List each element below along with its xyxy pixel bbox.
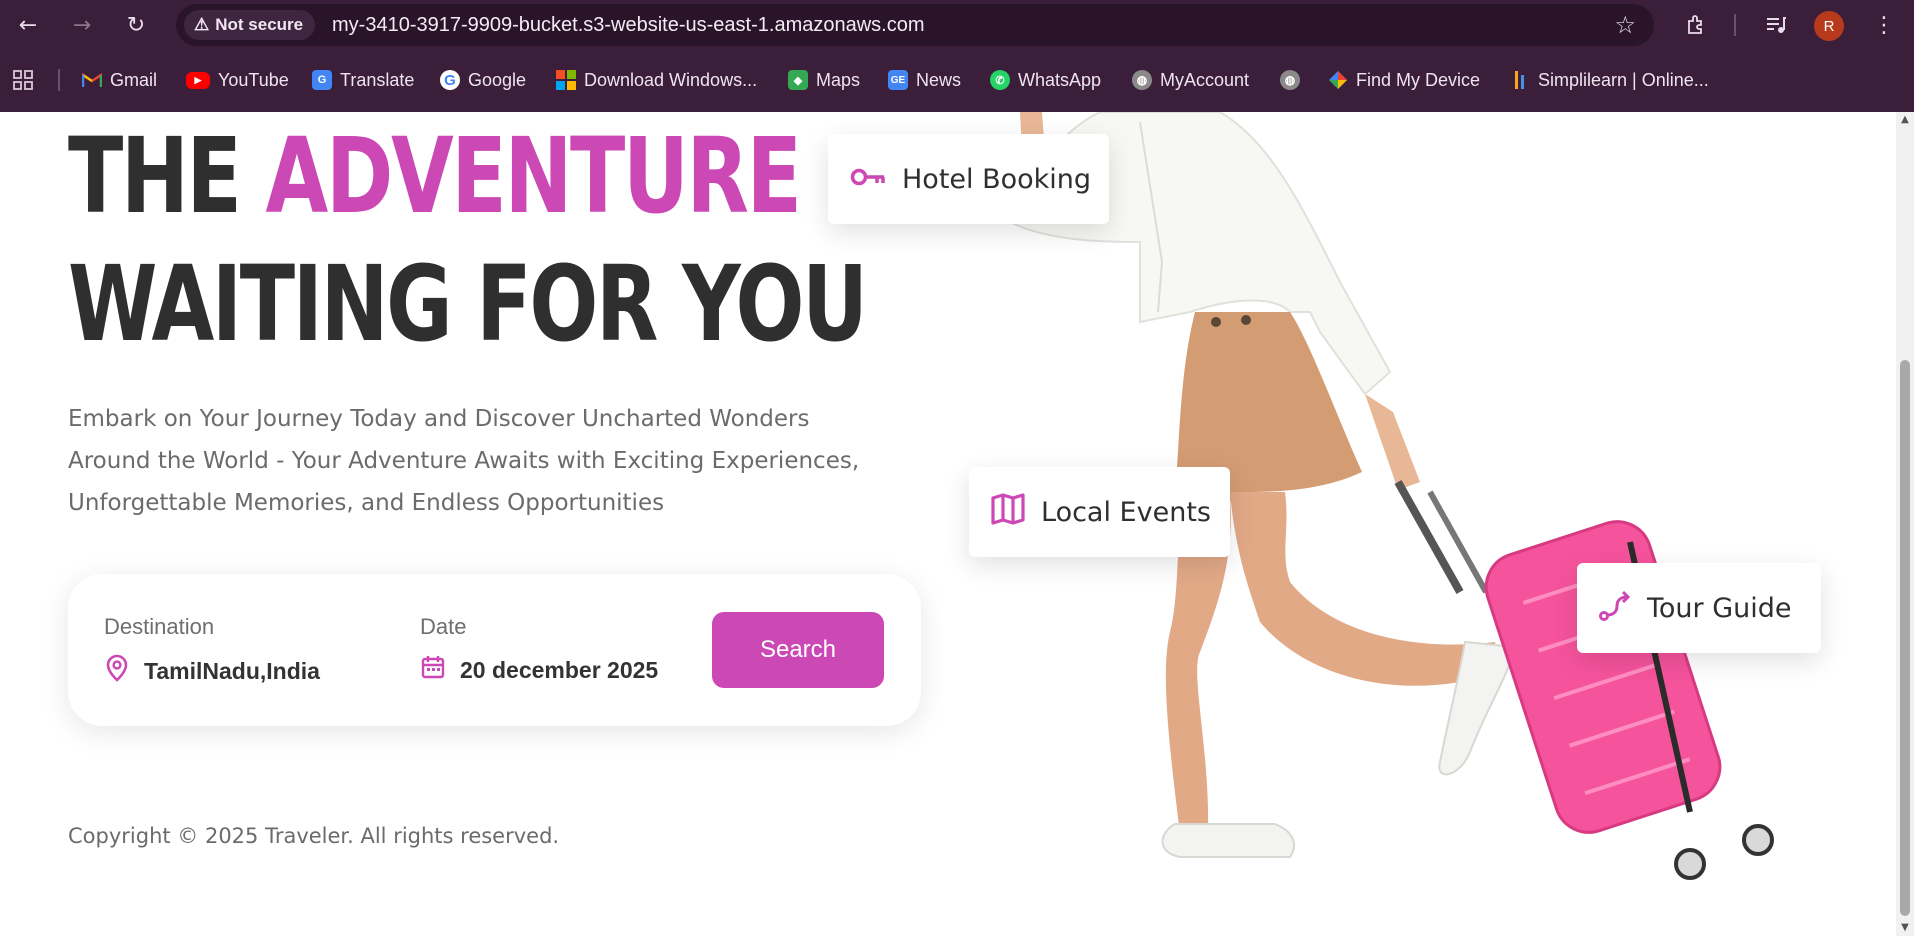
destination-label: Destination (104, 614, 215, 639)
bookmarks-bar: Gmail ▶ YouTube G Translate G Google Dow… (0, 60, 1914, 100)
globe-icon: ◍ (1280, 70, 1300, 90)
location-pin-icon (104, 654, 130, 688)
browser-chrome: ← → ↻ ⚠ Not secure my-3410-3917-9909-buc… (0, 0, 1914, 112)
page-content: THE ADVENTURE IS WAITING FOR YOU Embark … (0, 112, 1896, 936)
feature-label: Tour Guide (1647, 592, 1792, 624)
bookmark-label: News (916, 69, 962, 90)
key-icon (850, 164, 886, 195)
bookmarks-divider (58, 69, 60, 91)
feature-card-tour-guide: Tour Guide (1577, 563, 1821, 653)
google-icon: G (440, 70, 460, 90)
security-chip[interactable]: ⚠ Not secure (184, 10, 316, 40)
translate-icon: G (312, 70, 332, 90)
whatsapp-icon: ✆ (990, 70, 1010, 90)
bookmark-label: YouTube (218, 69, 289, 90)
feature-label: Local Events (1041, 496, 1211, 528)
hero-description: Embark on Your Journey Today and Discove… (68, 406, 860, 516)
profile-avatar[interactable]: R (1814, 11, 1844, 41)
bookmark-youtube[interactable]: ▶ YouTube (186, 66, 289, 94)
hero-title: THE ADVENTURE IS WAITING FOR YOU (68, 112, 912, 368)
hero-title-line2: WAITING FOR YOU (68, 243, 868, 365)
bookmark-label: MyAccount (1160, 69, 1250, 90)
bookmark-gmail[interactable]: Gmail (82, 66, 157, 94)
date-label: Date (420, 614, 467, 639)
route-icon (1599, 589, 1631, 628)
bookmark-maps[interactable]: ◆ Maps (788, 66, 860, 94)
reload-icon[interactable]: ↻ (120, 9, 152, 41)
extensions-icon[interactable] (1680, 9, 1712, 41)
windows-icon (556, 70, 576, 90)
bookmark-globe[interactable]: ◍ (1280, 66, 1300, 94)
destination-value: TamilNadu,India (144, 657, 320, 684)
search-button[interactable]: Search (712, 612, 884, 688)
bookmark-whatsapp[interactable]: ✆ WhatsApp (990, 66, 1101, 94)
bookmark-label: Simplilearn | Online... (1538, 69, 1709, 90)
simplilearn-icon (1510, 70, 1530, 90)
bookmark-label: Gmail (110, 69, 158, 90)
bookmark-download-windows[interactable]: Download Windows... (556, 66, 757, 94)
youtube-icon: ▶ (186, 71, 210, 89)
apps-grid-icon[interactable] (12, 66, 34, 94)
maps-icon: ◆ (788, 70, 808, 90)
feature-card-hotel-booking: Hotel Booking (828, 134, 1109, 224)
address-bar[interactable]: ⚠ Not secure my-3410-3917-9909-bucket.s3… (176, 4, 1654, 46)
bookmark-label: Download Windows... (584, 69, 758, 90)
warning-icon: ⚠ (194, 15, 210, 34)
back-icon[interactable]: ← (12, 9, 44, 41)
security-label: Not secure (215, 15, 304, 34)
hero-title-part1: THE (68, 115, 266, 237)
menu-kebab-icon[interactable]: ⋮ (1868, 9, 1900, 41)
bookmark-label: Maps (816, 69, 861, 90)
feature-card-local-events: Local Events (969, 467, 1230, 557)
date-value: 20 december 2025 (460, 656, 659, 683)
news-icon: GE (888, 70, 908, 90)
bookmark-translate[interactable]: G Translate (312, 66, 414, 94)
map-icon (991, 492, 1025, 532)
bookmark-find-my-device[interactable]: Find My Device (1328, 66, 1480, 94)
bookmark-label: WhatsApp (1018, 69, 1102, 90)
scroll-down-icon[interactable]: ▼ (1900, 922, 1910, 933)
bookmark-label: Translate (340, 69, 415, 90)
browser-toolbar: ← → ↻ ⚠ Not secure my-3410-3917-9909-buc… (0, 0, 1914, 50)
page-scrollbar[interactable]: ▲ ▼ (1896, 112, 1914, 936)
bookmark-myaccount[interactable]: ◍ MyAccount (1132, 66, 1249, 94)
feature-label: Hotel Booking (902, 163, 1092, 195)
toolbar-divider (1734, 14, 1736, 36)
forward-icon[interactable]: → (66, 9, 98, 41)
search-card: Destination TamilNadu,India Date 20 dece… (68, 574, 921, 726)
hero-title-accent: ADVENTURE (265, 115, 803, 237)
date-field[interactable]: 20 december 2025 (420, 654, 658, 686)
bookmark-label: Google (468, 69, 527, 90)
bookmark-simplilearn[interactable]: Simplilearn | Online... (1510, 66, 1709, 94)
copyright-text: Copyright © 2025 Traveler. All rights re… (68, 824, 560, 848)
scroll-thumb[interactable] (1900, 360, 1910, 916)
bookmark-label: Find My Device (1356, 69, 1481, 90)
media-control-icon[interactable] (1760, 9, 1792, 41)
calendar-icon (420, 654, 446, 686)
gmail-icon (82, 70, 102, 90)
bookmark-google[interactable]: G Google (440, 66, 526, 94)
destination-field[interactable]: TamilNadu,India (104, 654, 320, 688)
scroll-up-icon[interactable]: ▲ (1900, 114, 1910, 125)
find-device-icon (1328, 70, 1348, 90)
bookmark-star-icon[interactable]: ☆ (1614, 11, 1636, 39)
bookmark-news[interactable]: GE News (888, 66, 961, 94)
url-text[interactable]: my-3410-3917-9909-bucket.s3-website-us-e… (332, 14, 925, 37)
globe-icon: ◍ (1132, 70, 1152, 90)
